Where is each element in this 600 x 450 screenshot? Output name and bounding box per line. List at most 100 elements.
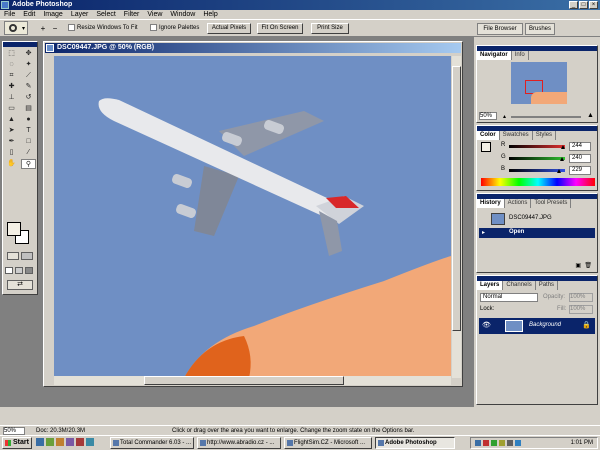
crop-tool-icon[interactable]: ⌗ — [4, 71, 19, 81]
tray-app2-icon[interactable] — [499, 440, 505, 446]
notes-tool-icon[interactable]: ▯ — [4, 148, 19, 158]
tab-channels[interactable]: Channels — [503, 281, 536, 290]
pen-tool-icon[interactable]: ✒ — [4, 137, 19, 147]
status-zoom-field[interactable]: 50% — [3, 427, 25, 435]
screen-mode-full-icon[interactable] — [25, 267, 33, 274]
healing-brush-tool-icon[interactable]: ✚ — [4, 82, 19, 92]
channel-value-field[interactable]: 244 — [569, 142, 591, 151]
quick-launch-app2-icon[interactable] — [86, 438, 94, 446]
tray-app3-icon[interactable] — [515, 440, 521, 446]
minimize-button[interactable]: _ — [569, 1, 578, 9]
quick-launch-app-icon[interactable] — [76, 438, 84, 446]
menu-edit[interactable]: Edit — [23, 10, 35, 19]
history-brush-tool-icon[interactable]: ↺ — [21, 93, 36, 103]
color-fg-swatch[interactable] — [481, 142, 491, 152]
quick-launch-media-icon[interactable] — [66, 438, 74, 446]
shape-tool-icon[interactable]: □ — [21, 137, 36, 147]
slice-tool-icon[interactable]: ⟋ — [21, 71, 36, 81]
blur-tool-icon[interactable]: ▲ — [4, 115, 19, 125]
screen-mode-full-menu-icon[interactable] — [15, 267, 23, 274]
eraser-tool-icon[interactable]: ▭ — [4, 104, 19, 114]
tray-volume-icon[interactable] — [507, 440, 513, 446]
zoom-tool-icon[interactable]: ⚲ — [21, 159, 36, 169]
start-button[interactable]: Start — [2, 437, 32, 449]
history-state-row[interactable]: ▸ Open — [479, 228, 595, 238]
foreground-color-swatch[interactable] — [7, 222, 21, 236]
channel-value-field[interactable]: 229 — [569, 166, 591, 175]
zoom-out-button[interactable]: − — [50, 24, 60, 34]
channel-slider-marker[interactable] — [559, 157, 564, 161]
quick-launch-desktop-icon[interactable] — [46, 438, 54, 446]
menu-layer[interactable]: Layer — [71, 10, 89, 19]
task-total-commander[interactable]: Total Commander 6.03 - ... — [110, 437, 194, 449]
navigator-zoom-slider[interactable] — [511, 116, 581, 118]
resize-windows-checkbox[interactable]: Resize Windows To Fit — [68, 24, 138, 31]
tab-swatches[interactable]: Swatches — [500, 131, 533, 140]
vertical-scrollbar[interactable] — [452, 56, 461, 378]
ignore-palettes-checkbox[interactable]: Ignore Palettes — [150, 24, 199, 31]
menu-window[interactable]: Window — [170, 10, 195, 19]
trash-icon[interactable]: 🗑 — [584, 262, 592, 269]
tab-info[interactable]: Info — [512, 51, 529, 60]
task-flightsim[interactable]: FlightSim.CZ - Microsoft ... — [284, 437, 372, 449]
history-brush-source-icon[interactable]: ▸ — [482, 229, 485, 236]
menu-view[interactable]: View — [147, 10, 162, 19]
new-snapshot-icon[interactable]: ▣ — [575, 262, 581, 269]
dodge-tool-icon[interactable]: ● — [21, 115, 36, 125]
menu-image[interactable]: Image — [43, 10, 62, 19]
brushes-tab[interactable]: Brushes — [525, 23, 555, 35]
channel-slider[interactable] — [509, 145, 565, 148]
channel-slider-marker[interactable] — [557, 169, 562, 173]
horizontal-scrollbar[interactable] — [54, 376, 451, 385]
jump-to-imageready-icon[interactable]: ⇄ — [7, 280, 33, 290]
tab-color[interactable]: Color — [477, 131, 500, 140]
menu-filter[interactable]: Filter — [124, 10, 140, 19]
fill-field[interactable]: 100% — [569, 305, 593, 314]
zoom-out-small-icon[interactable]: ▴ — [503, 114, 509, 120]
tray-app-icon[interactable] — [491, 440, 497, 446]
tab-layers[interactable]: Layers — [477, 281, 504, 290]
image-canvas[interactable] — [54, 56, 451, 378]
close-button[interactable]: × — [589, 1, 598, 9]
channel-slider-marker[interactable] — [560, 145, 565, 149]
tab-history[interactable]: History — [477, 199, 505, 208]
marquee-tool-icon[interactable]: ⬚ — [4, 49, 19, 59]
quick-launch-ie-icon[interactable] — [36, 438, 44, 446]
zoom-in-small-icon[interactable]: ▲ — [587, 112, 595, 120]
vertical-scroll-thumb[interactable] — [452, 66, 461, 331]
tray-antivirus-icon[interactable] — [483, 440, 489, 446]
tab-styles[interactable]: Styles — [533, 131, 557, 140]
eye-icon[interactable]: 👁 — [482, 321, 491, 329]
tab-actions[interactable]: Actions — [505, 199, 532, 208]
navigator-zoom-field[interactable]: 50% — [479, 112, 497, 120]
tab-navigator[interactable]: Navigator — [477, 51, 512, 60]
menu-file[interactable]: File — [4, 10, 15, 19]
color-ramp[interactable] — [481, 178, 595, 186]
task-photoshop[interactable]: Adobe Photoshop — [375, 437, 455, 449]
actual-pixels-button[interactable]: Actual Pixels — [207, 23, 251, 34]
menu-help[interactable]: Help — [203, 10, 217, 19]
navigator-thumbnail[interactable] — [511, 62, 567, 104]
layer-row-background[interactable]: 👁 Background 🔒 — [479, 318, 595, 334]
quick-launch-explorer-icon[interactable] — [56, 438, 64, 446]
brush-tool-icon[interactable]: ✎ — [21, 82, 36, 92]
opacity-field[interactable]: 100% — [569, 293, 593, 302]
eyedropper-tool-icon[interactable]: ⁄ — [21, 148, 36, 158]
clone-stamp-tool-icon[interactable]: ⊥ — [4, 93, 19, 103]
type-tool-icon[interactable]: T — [21, 126, 36, 136]
horizontal-scroll-thumb[interactable] — [144, 376, 344, 385]
move-tool-icon[interactable]: ✥ — [21, 49, 36, 59]
zoom-in-button[interactable]: + — [38, 24, 48, 34]
tray-clock[interactable]: 1:01 PM — [571, 438, 593, 448]
path-selection-tool-icon[interactable]: ➤ — [4, 126, 19, 136]
gradient-tool-icon[interactable]: ▤ — [21, 104, 36, 114]
standard-mode-icon[interactable] — [7, 252, 19, 260]
tray-network-icon[interactable] — [475, 440, 481, 446]
tool-preset-picker[interactable]: ▾ — [4, 21, 28, 35]
channel-value-field[interactable]: 240 — [569, 154, 591, 163]
quick-mask-mode-icon[interactable] — [21, 252, 33, 260]
screen-mode-standard-icon[interactable] — [5, 267, 13, 274]
task-browser-abradio[interactable]: http://www.abradio.cz - ... — [197, 437, 281, 449]
tab-tool-presets[interactable]: Tool Presets — [531, 199, 572, 208]
tab-paths[interactable]: Paths — [536, 281, 559, 290]
